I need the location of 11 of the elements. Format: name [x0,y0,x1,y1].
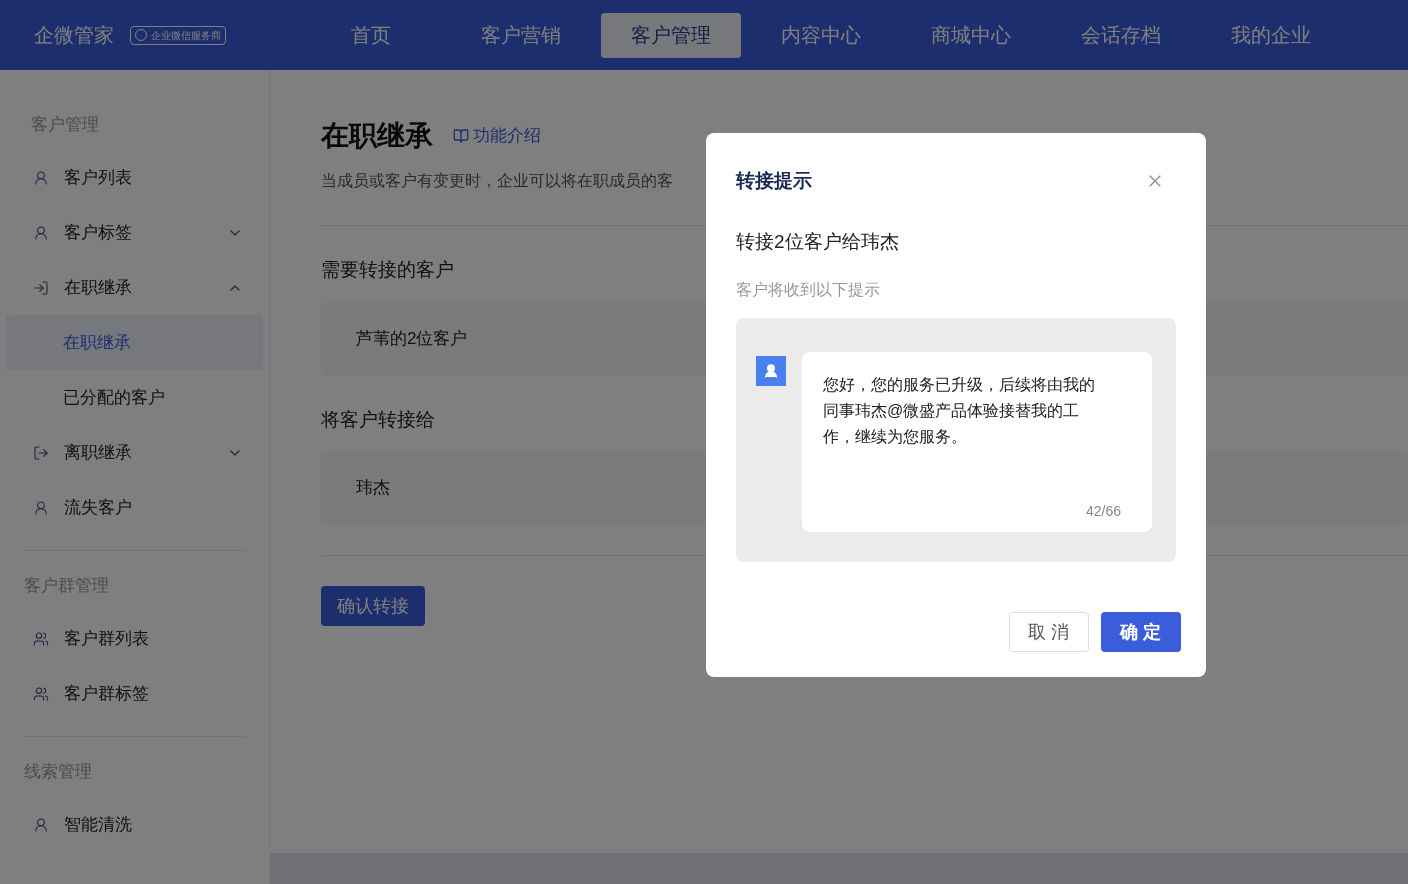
brand-name: 企微管家 [34,23,114,48]
hint-text: 客户将收到以下提示 [736,280,881,300]
section-label: 将客户转接给 [321,407,435,432]
page-title: 在职继承 [321,119,433,153]
transfer-summary: 转接2位客户给玮杰 [736,229,900,254]
message-text: 您好，您的服务已升级，后续将由我的同事玮杰@微盛产品体验接替我的工作，继续为您服务。 [823,375,1096,447]
section-label: 需要转接的客户 [321,258,454,282]
char-counter: 42/66 [1084,502,1122,521]
page-description: 当成员或客户有变更时，企业可以将在职成员的客 [321,171,673,191]
dialog-title: 转接提示 [736,169,812,193]
brand-badge: 企业微信服务商 [130,25,226,45]
